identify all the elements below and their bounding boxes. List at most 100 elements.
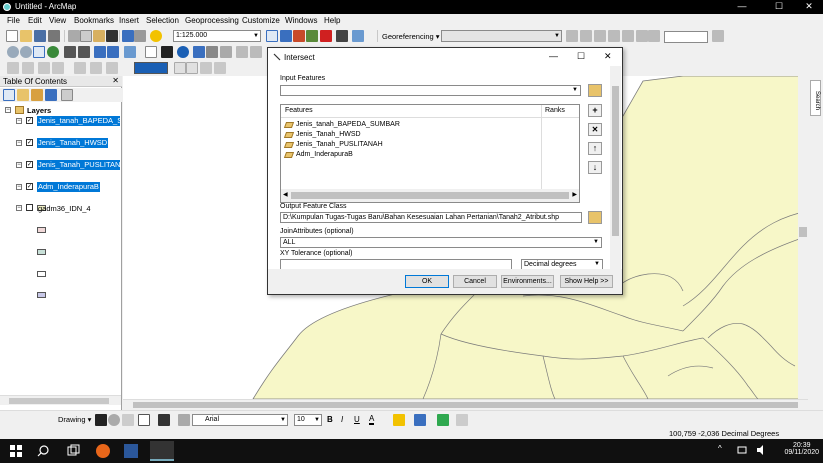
underline-button[interactable]: U — [354, 415, 360, 424]
add-data-icon[interactable] — [150, 30, 162, 42]
georef-input[interactable] — [664, 31, 708, 43]
dialog-minimize-button[interactable]: — — [549, 51, 558, 61]
toc-close-icon[interactable]: ✕ — [112, 76, 119, 85]
drawing-menu[interactable]: Drawing ▾ — [58, 415, 91, 424]
georef-tool-3-icon[interactable] — [594, 30, 606, 42]
back-extent-icon[interactable] — [94, 46, 106, 58]
tool-7-icon[interactable] — [106, 62, 118, 74]
find-icon[interactable] — [236, 46, 248, 58]
join-attributes-select[interactable]: ALL ▼ — [280, 237, 602, 248]
list-by-visibility-icon[interactable] — [31, 89, 43, 101]
italic-button[interactable]: I — [341, 415, 343, 424]
layer-visibility-checkbox[interactable]: ✓ — [26, 139, 33, 146]
tool-11-icon[interactable] — [214, 62, 226, 74]
list-by-selection-icon[interactable] — [45, 89, 57, 101]
move-up-button[interactable]: ↑ — [588, 142, 602, 155]
layer-name[interactable]: Jenis_tanah_BAPEDA_SUMBAR — [37, 116, 120, 126]
menu-edit[interactable]: Edit — [28, 16, 42, 25]
cancel-button[interactable]: Cancel — [453, 275, 497, 288]
layer-symbol-swatch[interactable] — [37, 249, 46, 255]
windows-start-icon[interactable] — [9, 444, 23, 458]
menu-help[interactable]: Help — [324, 16, 340, 25]
edit-vertices-icon[interactable] — [178, 414, 190, 426]
output-feature-class-input[interactable]: D:\Kumpulan Tugas-Tugas Baru\Bahan Keses… — [280, 212, 582, 223]
catalog-icon[interactable] — [293, 30, 305, 42]
layer-visibility-checkbox[interactable] — [26, 204, 33, 211]
list-by-drawing-order-icon[interactable] — [3, 89, 15, 101]
layer-name[interactable]: Jenis_Tanah_PUSLITANAH — [37, 160, 120, 170]
list-by-source-icon[interactable] — [17, 89, 29, 101]
font-family-combo[interactable]: Arial ▼ — [192, 414, 288, 426]
arcmap-taskbar-icon[interactable] — [150, 441, 174, 461]
move-down-button[interactable]: ↓ — [588, 161, 602, 174]
menu-file[interactable]: File — [7, 16, 20, 25]
select-elements-icon[interactable] — [161, 46, 173, 58]
layer-name[interactable]: Adm_InderapuraB — [37, 182, 100, 192]
georef-tool-5-icon[interactable] — [622, 30, 634, 42]
georef-tool-7-icon[interactable] — [648, 30, 660, 42]
open-icon[interactable] — [20, 30, 32, 42]
layer-visibility-checkbox[interactable]: ✓ — [26, 161, 33, 168]
tray-chevron-icon[interactable]: ^ — [718, 444, 726, 458]
pan-icon[interactable] — [33, 46, 45, 58]
font-size-combo[interactable]: 10 ▼ — [294, 414, 322, 426]
layer-symbol-swatch[interactable] — [37, 227, 46, 233]
map-vertical-scrollbar[interactable] — [798, 76, 808, 399]
rectangle-icon[interactable] — [138, 414, 150, 426]
python-icon[interactable] — [336, 30, 348, 42]
forward-extent-icon[interactable] — [107, 46, 119, 58]
go-to-xy-icon[interactable] — [250, 46, 262, 58]
firefox-icon[interactable] — [96, 444, 110, 458]
model-builder-icon[interactable] — [352, 30, 364, 42]
menu-windows[interactable]: Windows — [285, 16, 317, 25]
search-icon[interactable] — [37, 444, 51, 458]
input-features-combo[interactable]: ▼ — [280, 85, 581, 96]
color-combo[interactable] — [134, 62, 168, 74]
dialog-close-button[interactable]: ✕ — [604, 51, 612, 62]
print-icon[interactable] — [48, 30, 60, 42]
full-extent-icon[interactable] — [47, 46, 59, 58]
map-horizontal-scrollbar[interactable] — [123, 399, 808, 409]
zoom-in-icon[interactable] — [7, 46, 19, 58]
drawing-options-icon[interactable] — [456, 414, 468, 426]
output-browse-folder-button[interactable] — [588, 211, 602, 224]
volume-icon[interactable] — [756, 444, 766, 458]
menu-selection[interactable]: Selection — [146, 16, 179, 25]
layer-symbol-swatch[interactable] — [37, 271, 46, 277]
dialog-vertical-scrollbar[interactable] — [610, 66, 621, 277]
tool-10-icon[interactable] — [200, 62, 212, 74]
georef-tool-4-icon[interactable] — [608, 30, 620, 42]
undo-icon[interactable] — [122, 30, 134, 42]
html-popup-icon[interactable] — [206, 46, 218, 58]
zoom-whole-page-icon[interactable] — [122, 414, 134, 426]
georef-tool-1-icon[interactable] — [566, 30, 578, 42]
tool-4-icon[interactable] — [52, 62, 64, 74]
fill-color-icon[interactable] — [393, 414, 405, 426]
system-clock[interactable]: 20:39 09/11/2020 — [784, 442, 819, 456]
menu-view[interactable]: View — [49, 16, 66, 25]
georeferencing-menu[interactable]: Georeferencing ▾ — [382, 32, 440, 41]
remove-row-button[interactable]: ✕ — [588, 123, 602, 136]
scrollbar-thumb[interactable] — [9, 398, 109, 404]
collapse-icon[interactable]: − — [16, 162, 22, 168]
tool-3-icon[interactable] — [38, 62, 50, 74]
hyperlink-icon[interactable] — [193, 46, 205, 58]
toc-horizontal-scrollbar[interactable] — [0, 395, 121, 405]
toc-layer-row[interactable]: − ✓ Jenis_tanah_BAPEDA_SUMBAR — [0, 116, 122, 127]
menu-customize[interactable]: Customize — [242, 16, 280, 25]
layer-name[interactable]: gadm36_IDN_4 — [38, 204, 91, 213]
save-icon[interactable] — [34, 30, 46, 42]
features-horizontal-scrollbar[interactable]: ◀ ▶ — [281, 189, 579, 202]
bold-button[interactable]: B — [327, 415, 333, 424]
zoom-out-icon[interactable] — [20, 46, 32, 58]
toc-layer-row[interactable]: − ✓ Jenis_Tanah_PUSLITANAH — [0, 160, 122, 171]
fixed-zoom-in-icon[interactable] — [64, 46, 76, 58]
collapse-icon[interactable]: − — [16, 118, 22, 124]
word-icon[interactable] — [124, 444, 138, 458]
search-window-icon[interactable] — [306, 30, 318, 42]
tool-9-icon[interactable] — [186, 62, 198, 74]
network-icon[interactable] — [737, 444, 747, 458]
rotate-icon[interactable] — [108, 414, 120, 426]
search-tab[interactable]: Search — [810, 80, 821, 116]
toc-options-icon[interactable] — [61, 89, 73, 101]
